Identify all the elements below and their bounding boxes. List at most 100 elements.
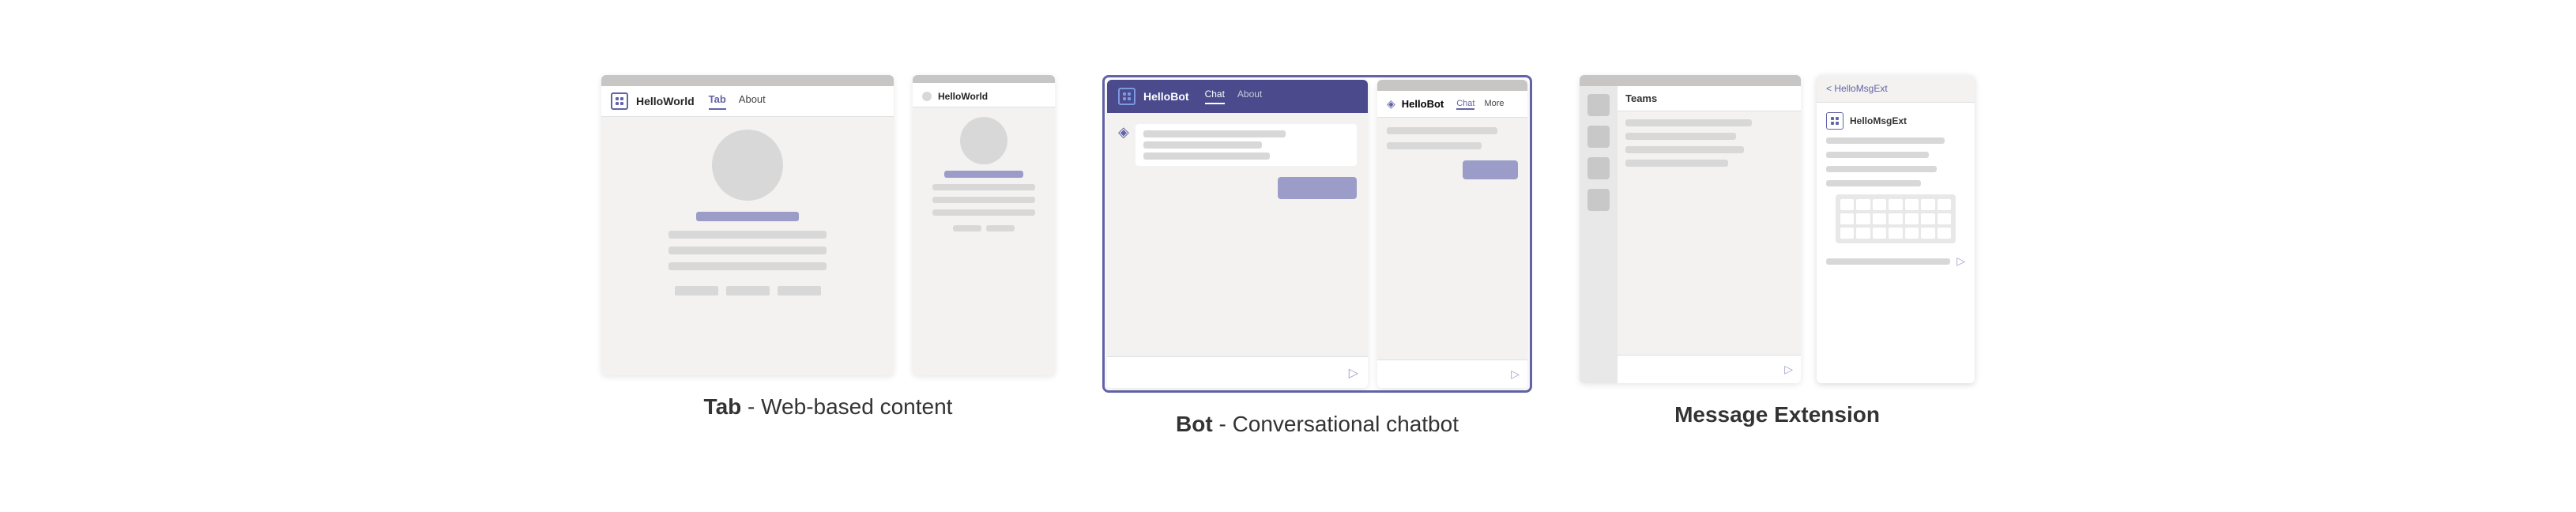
bot-chat-content: ◈ bbox=[1107, 113, 1368, 356]
key-6 bbox=[1921, 199, 1934, 210]
panel-line-2 bbox=[1826, 152, 1929, 158]
keyboard-row-1 bbox=[1840, 199, 1951, 210]
key-2 bbox=[1856, 199, 1870, 210]
teams-titlebar bbox=[1580, 75, 1801, 86]
teams-main-area: Teams ▷ bbox=[1618, 86, 1801, 383]
main-container: HelloWorld Tab About bbox=[0, 51, 2576, 461]
bot-about-tab[interactable]: About bbox=[1237, 88, 1262, 104]
key-18 bbox=[1889, 228, 1902, 239]
tab-section: HelloWorld Tab About bbox=[601, 75, 1055, 420]
sidebar-icon-3[interactable] bbox=[1587, 157, 1610, 179]
compact-line-2 bbox=[1387, 142, 1482, 149]
panel-line-4 bbox=[1826, 180, 1921, 186]
tab-tabs: Tab About bbox=[709, 93, 766, 110]
tab-mobile-window: HelloWorld bbox=[913, 75, 1055, 375]
bot-grid-icon bbox=[1123, 92, 1131, 100]
keyboard-row-3 bbox=[1840, 228, 1951, 239]
tab-desktop-header: HelloWorld Tab About bbox=[601, 86, 894, 117]
bot-caption-rest: - Conversational chatbot bbox=[1213, 412, 1459, 436]
bot-chat-tab[interactable]: Chat bbox=[1205, 88, 1225, 104]
key-12 bbox=[1905, 213, 1919, 224]
msg-panel-back-link[interactable]: < HelloMsgExt bbox=[1826, 83, 1888, 94]
sidebar-icon-2[interactable] bbox=[1587, 126, 1610, 148]
panel-line-3 bbox=[1826, 166, 1937, 172]
bot-compact-more-tab[interactable]: More bbox=[1484, 99, 1504, 110]
panel-send-row: ▷ bbox=[1826, 254, 1965, 268]
key-10 bbox=[1873, 213, 1886, 224]
key-4 bbox=[1889, 199, 1902, 210]
bot-chat-window: HelloBot Chat About ◈ bbox=[1107, 80, 1368, 388]
skeleton-bar-1 bbox=[696, 212, 799, 221]
tab-desktop-content bbox=[601, 117, 894, 375]
key-21 bbox=[1938, 228, 1951, 239]
bot-compact-chat-tab[interactable]: Chat bbox=[1456, 99, 1474, 110]
bot-caption-bold: Bot bbox=[1176, 412, 1213, 436]
key-11 bbox=[1889, 213, 1902, 224]
msg-app-name: HelloMsgExt bbox=[1850, 115, 1907, 126]
tab-mobile-app-name: HelloWorld bbox=[938, 91, 988, 102]
msg-panel-header: < HelloMsgExt bbox=[1817, 75, 1975, 103]
tab-caption-bold: Tab bbox=[704, 394, 742, 419]
bot-compact-symbol: ◈ bbox=[1387, 97, 1395, 111]
bot-compact-window: ◈ HelloBot Chat More bbox=[1377, 80, 1527, 388]
compact-reply-btn[interactable] bbox=[1463, 160, 1518, 179]
bot-section: HelloBot Chat About ◈ bbox=[1102, 75, 1532, 437]
teams-sidebar-rail bbox=[1580, 86, 1618, 383]
compact-send-icon[interactable]: ▷ bbox=[1511, 367, 1520, 381]
sidebar-icon-4[interactable] bbox=[1587, 189, 1610, 211]
mobile-skel-btn-1 bbox=[953, 225, 981, 232]
teams-content bbox=[1618, 111, 1801, 355]
bot-highlight-border: HelloBot Chat About ◈ bbox=[1102, 75, 1532, 393]
teams-input-bar: ▷ bbox=[1618, 355, 1801, 383]
tab-about-tab[interactable]: About bbox=[739, 93, 766, 110]
bot-app-name: HelloBot bbox=[1143, 90, 1189, 103]
msg-grid-icon bbox=[1831, 117, 1839, 125]
bot-send-icon[interactable]: ▷ bbox=[1349, 365, 1358, 381]
msg-app-icon bbox=[1826, 112, 1843, 130]
bot-symbol-icon: ◈ bbox=[1118, 124, 1129, 141]
tab-mobile-content bbox=[913, 107, 1055, 241]
bot-chat-header: HelloBot Chat About bbox=[1107, 80, 1368, 113]
titlebar bbox=[601, 75, 894, 86]
bot-compact-tabs: Chat More bbox=[1456, 99, 1504, 110]
key-19 bbox=[1905, 228, 1919, 239]
key-15 bbox=[1840, 228, 1854, 239]
tab-desktop-window: HelloWorld Tab About bbox=[601, 75, 894, 375]
skeleton-bar-2 bbox=[668, 231, 827, 239]
reply-btn[interactable] bbox=[1278, 177, 1357, 199]
msg-panel-content: HelloMsgExt bbox=[1817, 103, 1975, 277]
teams-send-icon[interactable]: ▷ bbox=[1784, 363, 1793, 376]
tab-caption-rest: - Web-based content bbox=[741, 394, 952, 419]
teams-line-3 bbox=[1625, 146, 1744, 153]
panel-send-icon[interactable]: ▷ bbox=[1956, 254, 1965, 268]
compact-input-bar: ▷ bbox=[1377, 360, 1527, 388]
keyboard-row-2 bbox=[1840, 213, 1951, 224]
bot-caption: Bot - Conversational chatbot bbox=[1176, 412, 1459, 437]
tab-app-name: HelloWorld bbox=[636, 95, 695, 107]
skeleton-btn-3 bbox=[778, 286, 821, 296]
mobile-titlebar bbox=[913, 75, 1055, 83]
msg-ext-panel: < HelloMsgExt HelloMsgEx bbox=[1817, 75, 1975, 383]
key-1 bbox=[1840, 199, 1854, 210]
msg-panel-app-row: HelloMsgExt bbox=[1826, 112, 1965, 130]
key-20 bbox=[1921, 228, 1934, 239]
tab-mobile-header: HelloWorld bbox=[913, 83, 1055, 107]
panel-line-1 bbox=[1826, 137, 1945, 144]
tab-tab-active[interactable]: Tab bbox=[709, 93, 726, 110]
msg-caption: Message Extension bbox=[1674, 402, 1880, 427]
teams-line-1 bbox=[1625, 119, 1752, 126]
msg-ext-section: Teams ▷ < Hel bbox=[1580, 75, 1975, 427]
bot-compact-content bbox=[1377, 118, 1527, 360]
teams-section-header: Teams bbox=[1618, 86, 1801, 111]
key-13 bbox=[1921, 213, 1934, 224]
key-9 bbox=[1856, 213, 1870, 224]
mobile-status-dot bbox=[922, 92, 932, 101]
msg-caption-bold: Message Extension bbox=[1674, 402, 1880, 427]
panel-input-line bbox=[1826, 258, 1950, 265]
key-7 bbox=[1938, 199, 1951, 210]
skeleton-btn-1 bbox=[675, 286, 718, 296]
mobile-avatar bbox=[960, 117, 1007, 164]
skeleton-bar-4 bbox=[668, 262, 827, 270]
key-14 bbox=[1938, 213, 1951, 224]
sidebar-icon-1[interactable] bbox=[1587, 94, 1610, 116]
